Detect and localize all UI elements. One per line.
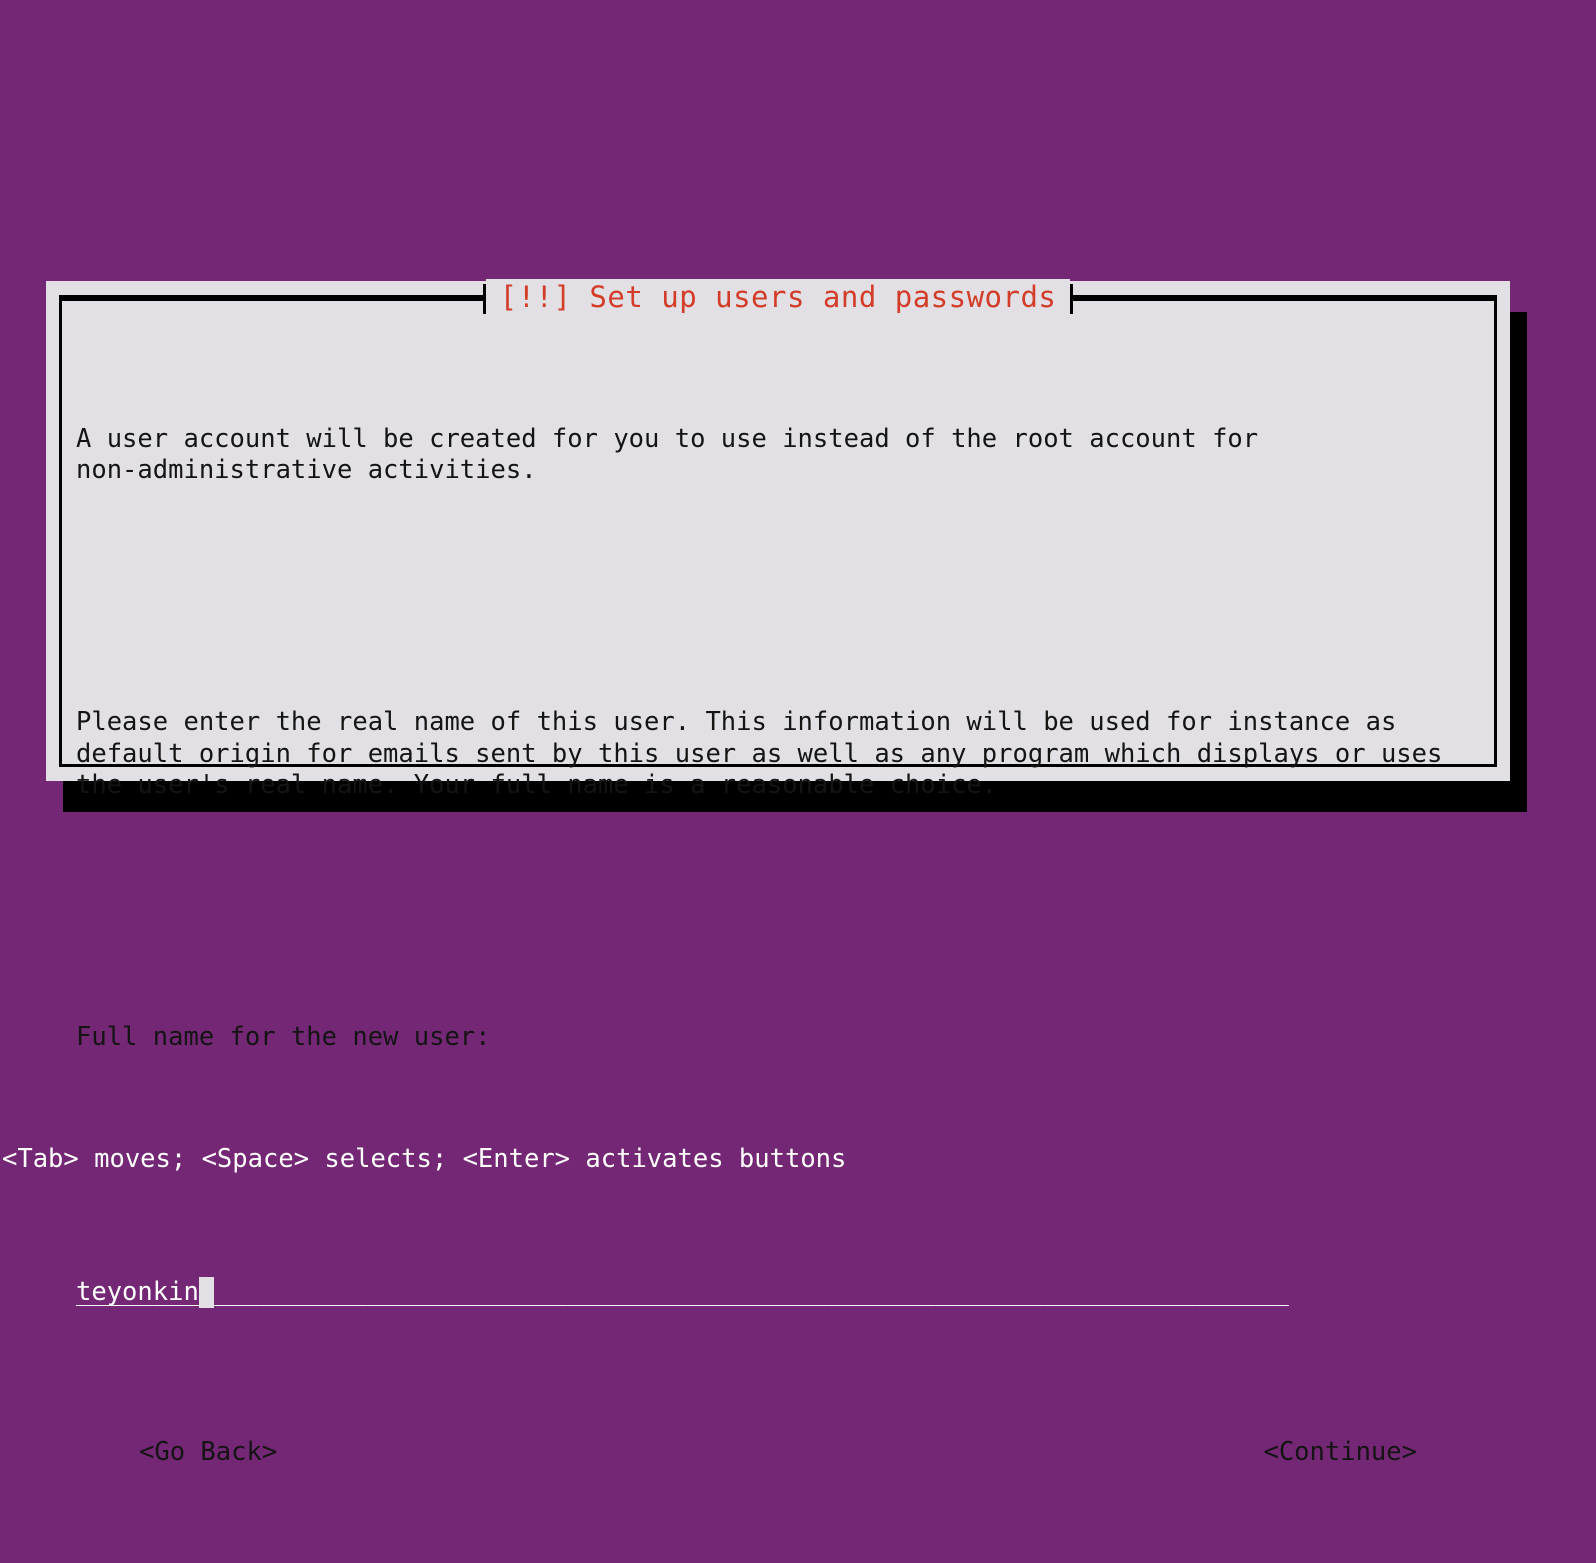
status-bar: <Tab> moves; <Space> selects; <Enter> ac… [2, 1144, 847, 1174]
dialog-button-row: <Go Back> <Continue> [76, 1435, 1476, 1469]
installer-screen: [!!] Set up users and passwords A user a… [0, 0, 1596, 1467]
title-rule-left [59, 297, 483, 301]
instruction-paragraph: Please enter the real name of this user.… [76, 707, 1443, 800]
full-name-input-value: teyonkin [76, 1277, 199, 1307]
dialog-title: [!!] Set up users and passwords [485, 279, 1071, 315]
text-cursor [198, 1277, 214, 1308]
full-name-input-row[interactable]: ________________________________________… [76, 1277, 1476, 1311]
title-rule-right [1073, 297, 1497, 301]
go-back-button[interactable]: <Go Back> [139, 1435, 277, 1469]
full-name-input[interactable]: ________________________________________… [76, 1277, 1476, 1308]
paragraph-spacer-2 [76, 896, 1480, 928]
intro-paragraph: A user account will be created for you t… [76, 423, 1259, 486]
continue-button[interactable]: <Continue> [1263, 1435, 1417, 1469]
setup-users-dialog: [!!] Set up users and passwords A user a… [46, 279, 1510, 1467]
full-name-label: Full name for the new user: [76, 1022, 491, 1052]
dialog-title-bar: [!!] Set up users and passwords [59, 279, 1497, 317]
input-fill-dashes: ________________________________________… [76, 1277, 1289, 1307]
paragraph-spacer-1 [76, 581, 1480, 613]
dialog-body: A user account will be created for you t… [76, 329, 1480, 1467]
